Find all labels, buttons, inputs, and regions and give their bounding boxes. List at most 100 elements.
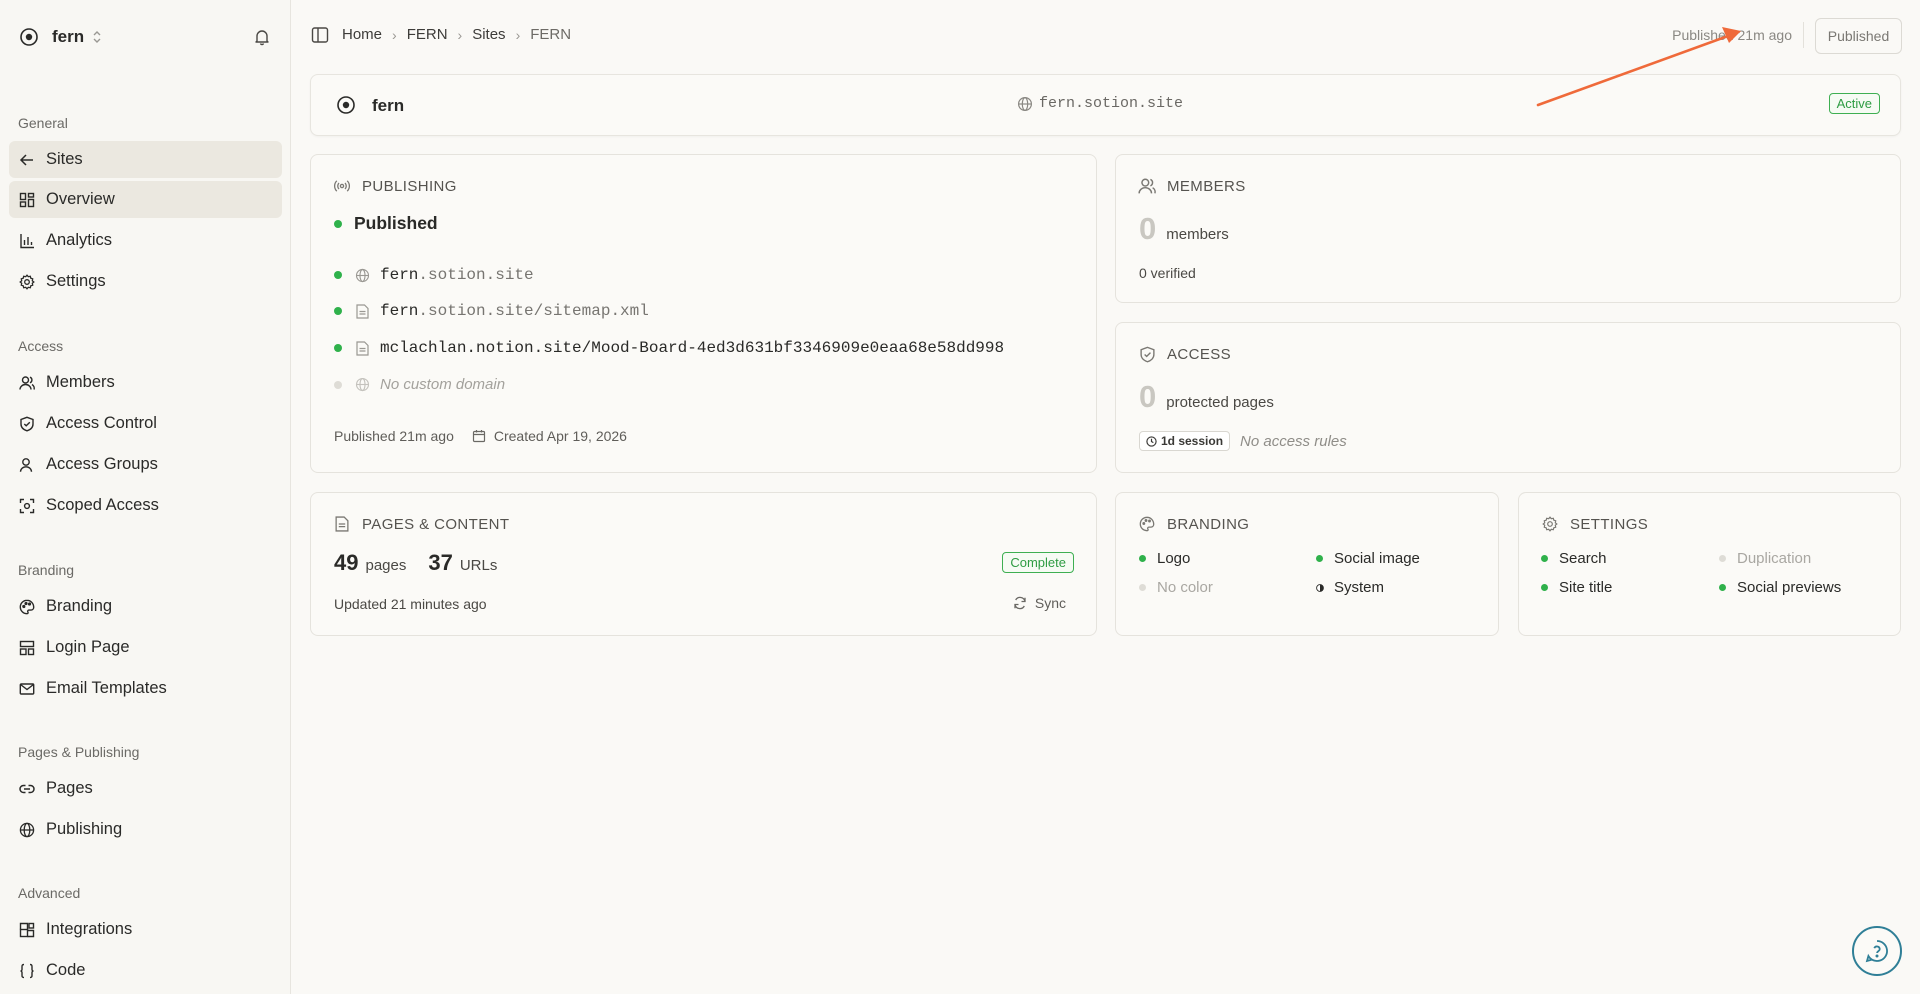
link-icon	[18, 780, 36, 798]
access-card[interactable]: ACCESS 0 protected pages 1d session No a…	[1115, 322, 1901, 473]
item-label: No color	[1157, 579, 1213, 596]
sidebar-item-pages[interactable]: Pages	[9, 770, 282, 807]
sidebar-toggle-icon[interactable]	[311, 26, 331, 46]
workspace-name: fern	[52, 27, 85, 46]
users-icon	[1138, 177, 1156, 195]
sidebar-item-settings[interactable]: Settings	[9, 263, 282, 300]
chevron-right-icon: ›	[457, 26, 463, 43]
url-row[interactable]: fern .sotion.site/sitemap.xml	[334, 302, 649, 320]
sidebar-item-label: Analytics	[46, 231, 113, 249]
sidebar-item-code[interactable]: Code	[9, 952, 282, 989]
status-dot	[1541, 584, 1548, 591]
members-card[interactable]: MEMBERS 0 members 0 verified	[1115, 154, 1901, 303]
sidebar-item-analytics[interactable]: Analytics	[9, 222, 282, 259]
layout-icon	[18, 639, 36, 657]
card-title: ACCESS	[1138, 345, 1231, 363]
sync-button[interactable]: Sync	[1013, 595, 1066, 611]
status-dot	[1719, 584, 1726, 591]
sidebar-item-login-page[interactable]: Login Page	[9, 629, 282, 666]
site-header-card: fern fern.sotion.site Active	[310, 74, 1901, 136]
sidebar-item-label: Pages	[46, 779, 93, 797]
sidebar-item-label: Access Groups	[46, 455, 158, 473]
url-rest: .sotion.site	[418, 266, 534, 284]
sidebar-item-access-groups[interactable]: Access Groups	[9, 446, 282, 483]
sidebar-item-publishing[interactable]: Publishing	[9, 811, 282, 848]
palette-icon	[1138, 515, 1156, 533]
sidebar-item-branding[interactable]: Branding	[9, 588, 282, 625]
status-dot	[1541, 555, 1548, 562]
branding-item-theme: System	[1316, 579, 1384, 596]
breadcrumb-home[interactable]: Home	[342, 26, 382, 43]
braces-icon	[18, 962, 36, 980]
status-dot	[1139, 584, 1146, 591]
branding-item-logo: Logo	[1139, 550, 1190, 567]
settings-card[interactable]: SETTINGS Search Duplication Site title S…	[1518, 492, 1901, 636]
mail-icon	[18, 680, 36, 698]
sidebar-item-label: Sites	[46, 150, 83, 168]
url-prefix: fern	[380, 266, 419, 284]
calendar-icon	[472, 429, 486, 443]
branding-item-color: No color	[1139, 579, 1213, 596]
breadcrumb-workspace[interactable]: FERN	[407, 26, 448, 43]
urls-count: 37	[428, 550, 453, 575]
help-button[interactable]	[1852, 926, 1902, 976]
sidebar-item-overview[interactable]: Overview	[9, 181, 282, 218]
status-dot	[334, 219, 342, 228]
globe-icon	[354, 377, 370, 393]
content-counts: 49 pages 37 URLs	[334, 550, 519, 576]
card-title-text: MEMBERS	[1167, 177, 1246, 195]
breadcrumb-current: FERN	[530, 26, 572, 43]
custom-domain-row: No custom domain	[334, 376, 505, 393]
url-row[interactable]: fern .sotion.site	[334, 266, 534, 284]
sidebar-item-label: Email Templates	[46, 679, 167, 697]
breadcrumb-sites[interactable]: Sites	[472, 26, 505, 43]
access-details: 1d session No access rules	[1139, 431, 1347, 451]
settings-item-search: Search	[1541, 550, 1607, 567]
card-title: PAGES & CONTENT	[333, 515, 509, 533]
access-count-row: 0 protected pages	[1139, 379, 1274, 415]
sidebar-item-label: Scoped Access	[46, 496, 159, 514]
sidebar-item-label: Settings	[46, 272, 106, 290]
status-dot	[334, 307, 342, 315]
url-prefix: mclachlan.notion.site/Mood-Board-4ed3d63…	[380, 339, 1005, 357]
members-count-label: members	[1166, 226, 1229, 243]
url-rest: .sotion.site/sitemap.xml	[418, 302, 649, 320]
group-label-general: General	[18, 115, 68, 131]
branding-item-social-image: Social image	[1316, 550, 1420, 567]
branding-card[interactable]: BRANDING Logo Social image No color Syst…	[1115, 492, 1499, 636]
access-rules-text: No access rules	[1240, 432, 1347, 450]
sidebar-item-sites[interactable]: Sites	[9, 141, 282, 178]
refresh-icon	[1013, 596, 1027, 610]
publish-status-text: Published	[354, 213, 438, 233]
users-icon	[18, 456, 36, 474]
chevron-right-icon: ›	[392, 26, 397, 43]
site-domain-link[interactable]: fern.sotion.site	[1017, 95, 1183, 112]
sidebar-item-access-control[interactable]: Access Control	[9, 405, 282, 442]
help-icon	[1864, 938, 1890, 964]
card-title-text: ACCESS	[1167, 345, 1232, 363]
sidebar-item-integrations[interactable]: Integrations	[9, 911, 282, 948]
url-row[interactable]: mclachlan.notion.site/Mood-Board-4ed3d63…	[334, 339, 1004, 357]
chevron-updown-icon	[92, 30, 102, 44]
workspace-switcher[interactable]: fern	[18, 22, 273, 52]
pages-content-card[interactable]: PAGES & CONTENT 49 pages 37 URLs Complet…	[310, 492, 1097, 636]
published-button[interactable]: Published	[1815, 18, 1902, 54]
published-time: Published 21m ago	[1672, 27, 1792, 43]
card-title: SETTINGS	[1541, 515, 1648, 533]
published-ago: Published 21m ago	[334, 428, 454, 444]
blocks-icon	[18, 921, 36, 939]
sidebar-item-email-templates[interactable]: Email Templates	[9, 670, 282, 707]
status-dot	[334, 271, 342, 279]
publishing-card: PUBLISHING Published fern .sotion.site fe…	[310, 154, 1097, 473]
bell-icon[interactable]	[251, 26, 273, 48]
shield-icon	[18, 415, 36, 433]
card-title: BRANDING	[1138, 515, 1249, 533]
status-dot	[334, 380, 342, 389]
publish-meta: Published 21m ago Created Apr 19, 2026	[334, 428, 627, 444]
item-label: Social previews	[1737, 579, 1842, 596]
sidebar-item-scoped-access[interactable]: Scoped Access	[9, 487, 282, 524]
chevron-right-icon: ›	[515, 26, 521, 43]
sidebar-item-members[interactable]: Members	[9, 364, 282, 401]
pages-count: 49	[334, 550, 359, 575]
sidebar-item-label: Publishing	[46, 820, 123, 838]
